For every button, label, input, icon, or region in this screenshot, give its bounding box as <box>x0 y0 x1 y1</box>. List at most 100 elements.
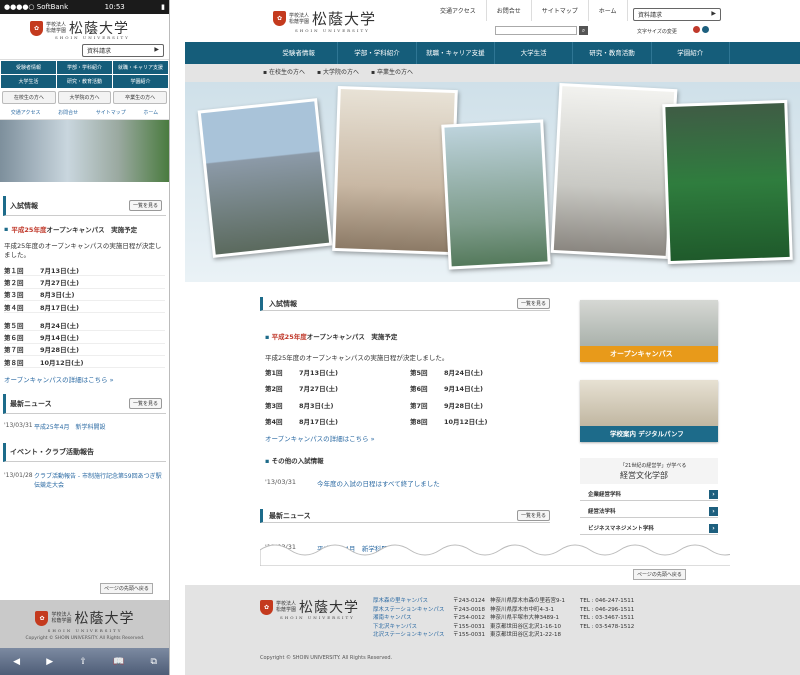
util-link[interactable]: サイトマップ <box>532 0 589 21</box>
schedule-row: 第１回 7月13日(土) <box>4 264 165 277</box>
arrow-icon: ▶ <box>711 10 716 17</box>
nav-item[interactable]: 就職・キャリア支援 <box>417 42 495 64</box>
sub-nav-item[interactable]: ▪ 卒業生の方へ <box>371 64 413 82</box>
main-nav: 受験者情報 学部・学科紹介 就職・キャリア支援 大学生活 研究・教育活動 学園紹… <box>260 42 730 64</box>
schedule-row: 第4回 8月17日(土) <box>265 418 339 426</box>
sub-nav-item[interactable]: 大学院の方へ <box>57 91 112 104</box>
sub-nav-item[interactable]: ▪ 在校生の方へ <box>263 64 305 82</box>
dept-link[interactable]: 企業経営学科 › <box>580 488 718 501</box>
desktop-header: ✿ 学校法人 松蔭学園 松蔭大学 SHOIN UNIVERSITY 交通アクセス … <box>185 0 800 42</box>
util-link[interactable]: お問合せ <box>58 109 78 116</box>
campus-list: 厚木森の里キャンパス 厚木ステーションキャンパス 湘南キャンパス 下北沢キャンパ… <box>373 597 444 640</box>
bullet-icon: ▪ <box>265 457 272 465</box>
dept-link[interactable]: 経営法学科 › <box>580 505 718 518</box>
open-campus-banner[interactable]: オープンキャンパス <box>580 300 718 362</box>
request-materials-button[interactable]: 資料請求 ▶ <box>82 44 164 57</box>
search-input[interactable] <box>495 26 577 35</box>
nav-item[interactable]: 学園紹介 <box>652 42 730 64</box>
desktop-view: ✿ 学校法人 松蔭学園 松蔭大学 SHOIN UNIVERSITY 交通アクセス … <box>185 0 800 675</box>
wave-divider <box>260 544 730 566</box>
bookmarks-icon[interactable]: 📖 <box>113 657 124 667</box>
admissions-section-header: 入試情報 一覧を見る <box>260 297 550 311</box>
request-materials-button[interactable]: 資料請求 ▶ <box>633 8 721 21</box>
bullet-icon: ▪ <box>4 225 9 233</box>
tabs-icon[interactable]: ⧉ <box>150 657 156 667</box>
schedule-row: 第８回 10月12日(土) <box>4 356 165 369</box>
back-icon[interactable]: ◀ <box>13 657 20 667</box>
battery-icon: ▮ <box>161 3 165 11</box>
logo-name: 松蔭大学 <box>312 10 377 28</box>
campus-link[interactable]: 湘南キャンパス <box>373 615 412 621</box>
news-link[interactable]: 平成25年4月 新学科開設 <box>34 422 105 431</box>
sub-nav-item[interactable]: ▪ 大学院の方へ <box>317 64 359 82</box>
font-size-controls <box>693 26 709 33</box>
schedule-row: 第2回 7月27日(土) <box>265 385 339 393</box>
campus-link[interactable]: 厚木ステーションキャンパス <box>373 607 444 613</box>
util-link[interactable]: 交通アクセス <box>430 0 487 21</box>
search-icon[interactable]: ⌕ <box>579 26 588 35</box>
open-campus-link[interactable]: オープンキャンパスの詳細はこちら » <box>265 433 375 443</box>
other-admissions-link[interactable]: 今年度の入試の日程はすべて終了しました <box>317 478 440 488</box>
dept-link[interactable]: ビジネスマネジメント学科 › <box>580 522 718 535</box>
schedule-row: 第６回 9月14日(土) <box>4 331 165 344</box>
util-link[interactable]: サイトマップ <box>96 109 126 116</box>
logo[interactable]: ✿ 学校法人 松蔭学園 松蔭大学 <box>273 8 376 29</box>
faculty-banner[interactable]: 「21世紀の経営学」が学べる 経営文化学部 <box>580 458 718 484</box>
seal-icon: ✿ <box>260 599 273 615</box>
forward-icon[interactable]: ▶ <box>46 657 53 667</box>
arrow-icon: ▶ <box>154 46 159 53</box>
event-section-header: イベント・クラブ活動報告 <box>3 443 166 463</box>
footer-logo[interactable]: ✿ 学校法人 松蔭学園 松蔭大学 <box>260 597 359 617</box>
mobile-header: ✿ 学校法人 松蔭学園 松蔭大学 SHOIN UNIVERSITY 資料請求 ▶ <box>0 14 169 60</box>
page-top-button[interactable]: ページの先頭へ戻る <box>633 569 686 580</box>
status-bar: ●●●●○ SoftBank 10:53 ▮ <box>0 0 169 14</box>
hero-image <box>0 120 169 182</box>
nav-item[interactable]: 学園紹介 <box>113 75 168 88</box>
share-icon[interactable]: ⇪ <box>79 657 87 667</box>
nav-item[interactable]: 大学生活 <box>1 75 56 88</box>
util-link[interactable]: お問合せ <box>487 0 532 21</box>
more-button[interactable]: 一覧を見る <box>516 298 550 309</box>
more-button[interactable]: 一覧を見る <box>128 200 162 211</box>
util-link[interactable]: ホーム <box>143 109 158 116</box>
more-button[interactable]: 一覧を見る <box>516 510 550 521</box>
topic-text: 平成25年度のオープンキャンパスの実施日程が決定しました。 <box>4 242 162 259</box>
event-item: '13/01/28 クラブ活動報告 - 市制施行記念第59回あつぎ駅伝競走大会 <box>4 472 165 490</box>
sub-nav: ▪ 在校生の方へ ▪ 大学院の方へ ▪ 卒業生の方へ <box>263 64 413 82</box>
browser-toolbar: ◀ ▶ ⇪ 📖 ⧉ <box>0 648 169 675</box>
schedule-row: 第5回 8月24日(土) <box>410 369 484 377</box>
schedule-row: 第7回 9月28日(土) <box>410 402 484 410</box>
schedule-row: 第７回 9月28日(土) <box>4 344 165 357</box>
logo-roman: SHOIN UNIVERSITY <box>55 35 130 40</box>
sub-nav-item[interactable]: 卒業生の方へ <box>113 91 167 104</box>
campus-link[interactable]: 厚木森の里キャンパス <box>373 598 428 604</box>
campus-link[interactable]: 北沢ステーションキャンパス <box>373 632 444 638</box>
nav-item[interactable]: 学部・学科紹介 <box>338 42 417 64</box>
campus-link[interactable]: 下北沢キャンパス <box>373 624 417 630</box>
page-top-button[interactable]: ページの先頭へ戻る <box>100 583 153 594</box>
nav-item[interactable]: 受験者情報 <box>1 61 56 74</box>
open-campus-link[interactable]: オープンキャンパスの詳細はこちら » <box>4 374 165 384</box>
sub-nav-item[interactable]: 在校生の方へ <box>2 91 56 104</box>
nav-item[interactable]: 研究・教育活動 <box>57 75 112 88</box>
util-link[interactable]: 交通アクセス <box>11 109 41 116</box>
nav-item[interactable]: 就職・キャリア支援 <box>113 61 168 74</box>
more-button[interactable]: 一覧を見る <box>128 398 162 410</box>
lounge-photo <box>550 83 678 259</box>
font-size-large-icon[interactable] <box>702 26 709 33</box>
mobile-main-nav: 受験者情報 学部・学科紹介 就職・キャリア支援 大学生活 研究・教育活動 学園紹… <box>0 60 169 89</box>
event-link[interactable]: クラブ活動報告 - 市制施行記念第59回あつぎ駅伝競走大会 <box>34 472 165 490</box>
seal-icon: ✿ <box>273 11 286 26</box>
nav-item[interactable]: 研究・教育活動 <box>573 42 652 64</box>
schedule-list: 第１回 7月13日(土) 第２回 7月27日(土) 第３回 8月3日(土) 第４回 8月… <box>4 264 165 369</box>
hero-collage <box>185 82 800 282</box>
digital-pamphlet-banner[interactable]: 学校案内 デジタルパンフ <box>580 380 718 442</box>
nav-item[interactable]: 学部・学科紹介 <box>57 61 112 74</box>
nav-item[interactable]: 受験者情報 <box>260 42 339 64</box>
util-link[interactable]: ホーム <box>589 0 628 21</box>
seal-icon: ✿ <box>35 610 49 626</box>
nav-item[interactable]: 大学生活 <box>495 42 574 64</box>
font-size-label: 文字サイズの変更 <box>637 29 677 35</box>
schedule-row: 第３回 8月3日(土) <box>4 289 165 301</box>
font-size-small-icon[interactable] <box>693 26 700 33</box>
